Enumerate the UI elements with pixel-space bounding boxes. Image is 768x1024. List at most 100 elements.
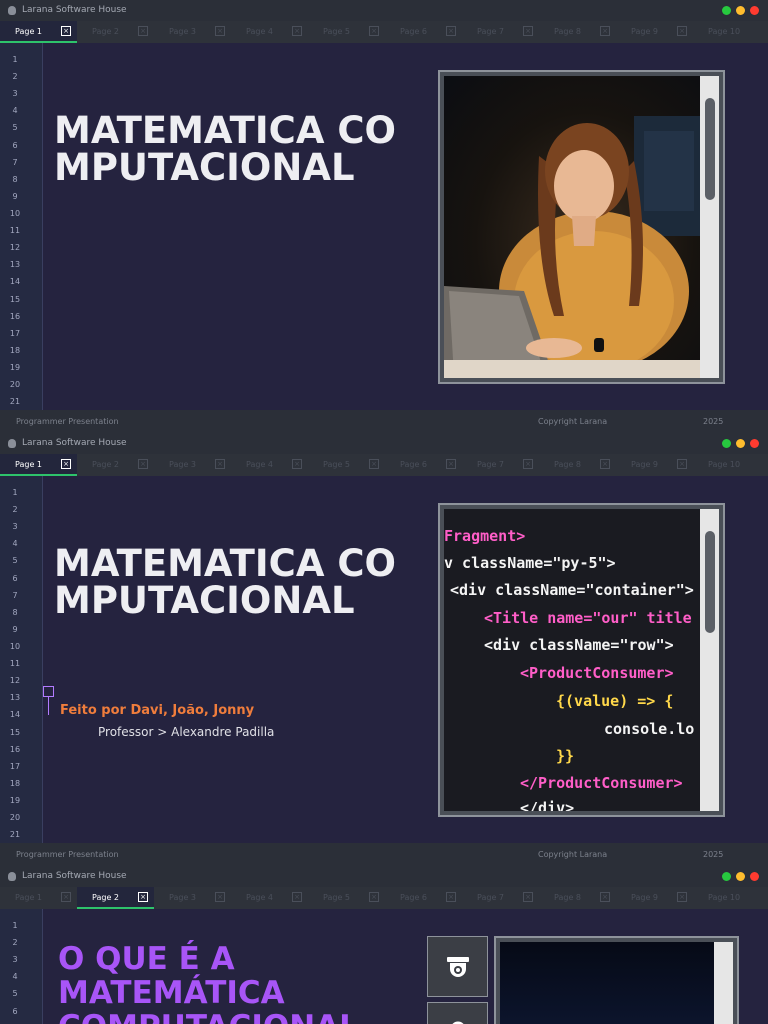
- tab-close-icon[interactable]: ×: [138, 892, 148, 902]
- tab-label: Page 3: [169, 893, 196, 902]
- slide-footer: Programmer Presentation Copyright Larana…: [0, 410, 768, 433]
- footer-copyright: Copyright Larana: [538, 417, 608, 426]
- tab-close-icon[interactable]: ×: [446, 892, 456, 902]
- tab-page-9[interactable]: Page 9 ×: [616, 887, 693, 909]
- minimize-button[interactable]: [736, 6, 745, 15]
- tab-page-6[interactable]: Page 6 ×: [385, 887, 462, 909]
- tab-label: Page 4: [246, 27, 273, 36]
- tab-label: Page 2: [92, 27, 119, 36]
- tab-close-icon[interactable]: ×: [523, 459, 533, 469]
- tab-page-2[interactable]: Page 2 ×: [77, 887, 154, 909]
- tab-page-4[interactable]: Page 4 ×: [231, 887, 308, 909]
- tab-page-3[interactable]: Page 3 ×: [154, 454, 231, 476]
- line-number: 18: [9, 346, 21, 355]
- tab-page-7[interactable]: Page 7 ×: [462, 21, 539, 43]
- tab-close-icon[interactable]: ×: [138, 26, 148, 36]
- tab-close-icon[interactable]: ×: [215, 459, 225, 469]
- tab-close-icon[interactable]: ×: [446, 459, 456, 469]
- tab-close-icon[interactable]: ×: [61, 459, 71, 469]
- tab-page-5[interactable]: Page 5 ×: [308, 454, 385, 476]
- tab-page-4[interactable]: Page 4 ×: [231, 21, 308, 43]
- tab-page-6[interactable]: Page 6 ×: [385, 21, 462, 43]
- line-number-gutter: 1 2 3 4 5 6 7 8 9 10 11 12 13 14 15 16 1…: [0, 476, 43, 843]
- image-scrollbar[interactable]: [700, 76, 719, 378]
- tab-close-icon[interactable]: ×: [523, 26, 533, 36]
- slide-1: Larana Software House Page 1 × Page 2 × Pa…: [0, 0, 768, 433]
- code-line: <ProductConsumer>: [520, 664, 674, 682]
- tab-label: Page 6: [400, 27, 427, 36]
- close-window-button[interactable]: [750, 439, 759, 448]
- tab-close-icon[interactable]: ×: [61, 26, 71, 36]
- maximize-button[interactable]: [722, 872, 731, 881]
- image-scrollbar[interactable]: [714, 942, 733, 1024]
- maximize-button[interactable]: [722, 439, 731, 448]
- minimize-button[interactable]: [736, 872, 745, 881]
- tab-page-2[interactable]: Page 2 ×: [77, 454, 154, 476]
- close-window-button[interactable]: [750, 6, 759, 15]
- tab-close-icon[interactable]: ×: [292, 892, 302, 902]
- tab-page-6[interactable]: Page 6 ×: [385, 454, 462, 476]
- photo-illustration: [444, 116, 700, 378]
- tab-close-icon[interactable]: ×: [600, 459, 610, 469]
- maximize-button[interactable]: [722, 6, 731, 15]
- image-scrollbar[interactable]: [700, 509, 719, 811]
- tab-label: Page 9: [631, 460, 658, 469]
- tab-page-3[interactable]: Page 3 ×: [154, 887, 231, 909]
- tab-page-4[interactable]: Page 4 ×: [231, 454, 308, 476]
- tab-page-5[interactable]: Page 5 ×: [308, 21, 385, 43]
- line-number: 1: [12, 921, 18, 930]
- tab-label: Page 9: [631, 27, 658, 36]
- tab-bar: Page 1 × Page 2 × Page 3 × Page 4 × Page 5 × …: [0, 21, 768, 43]
- tab-page-8[interactable]: Page 8 ×: [539, 454, 616, 476]
- line-number: 6: [12, 574, 18, 583]
- tab-label: Page 2: [92, 460, 119, 469]
- tab-close-icon[interactable]: ×: [138, 459, 148, 469]
- tab-page-8[interactable]: Page 8 ×: [539, 21, 616, 43]
- tab-page-10[interactable]: Page 10: [693, 887, 768, 909]
- text-cursor-handle[interactable]: [43, 686, 54, 697]
- scrollbar-thumb[interactable]: [705, 98, 715, 200]
- tab-page-3[interactable]: Page 3 ×: [154, 21, 231, 43]
- tab-close-icon[interactable]: ×: [369, 459, 379, 469]
- code-line: </ProductConsumer>: [520, 774, 683, 792]
- tab-close-icon[interactable]: ×: [215, 26, 225, 36]
- tab-page-1[interactable]: Page 1 ×: [0, 21, 77, 43]
- tab-close-icon[interactable]: ×: [523, 892, 533, 902]
- tab-close-icon[interactable]: ×: [215, 892, 225, 902]
- line-number: 12: [9, 676, 21, 685]
- tab-close-icon[interactable]: ×: [292, 459, 302, 469]
- tab-close-icon[interactable]: ×: [677, 26, 687, 36]
- line-number: 2: [12, 505, 18, 514]
- tab-close-icon[interactable]: ×: [292, 26, 302, 36]
- tab-page-8[interactable]: Page 8 ×: [539, 887, 616, 909]
- tab-label: Page 4: [246, 893, 273, 902]
- image-frame: Fragment> v className="py-5"> <div class…: [438, 503, 725, 817]
- tab-page-7[interactable]: Page 7 ×: [462, 887, 539, 909]
- code-line: console.lo: [604, 720, 695, 738]
- close-window-button[interactable]: [750, 872, 759, 881]
- tab-bar: Page 1 × Page 2 × Page 3 × Page 4 × Page 5 × …: [0, 887, 768, 909]
- line-number: 2: [12, 938, 18, 947]
- tab-close-icon[interactable]: ×: [600, 892, 610, 902]
- tab-close-icon[interactable]: ×: [369, 26, 379, 36]
- tab-page-9[interactable]: Page 9 ×: [616, 21, 693, 43]
- tab-page-2[interactable]: Page 2 ×: [77, 21, 154, 43]
- tab-page-1[interactable]: Page 1 ×: [0, 887, 77, 909]
- scrollbar-thumb[interactable]: [705, 531, 715, 633]
- tab-close-icon[interactable]: ×: [61, 892, 71, 902]
- minimize-button[interactable]: [736, 439, 745, 448]
- tab-close-icon[interactable]: ×: [677, 892, 687, 902]
- tab-label: Page 3: [169, 460, 196, 469]
- code-line: <div className="row">: [484, 636, 674, 654]
- tab-close-icon[interactable]: ×: [369, 892, 379, 902]
- tab-page-5[interactable]: Page 5 ×: [308, 887, 385, 909]
- tab-close-icon[interactable]: ×: [600, 26, 610, 36]
- tab-page-7[interactable]: Page 7 ×: [462, 454, 539, 476]
- image-frame: [438, 70, 725, 384]
- tab-close-icon[interactable]: ×: [446, 26, 456, 36]
- tab-page-9[interactable]: Page 9 ×: [616, 454, 693, 476]
- tab-close-icon[interactable]: ×: [677, 459, 687, 469]
- tab-page-1[interactable]: Page 1 ×: [0, 454, 77, 476]
- tab-page-10[interactable]: Page 10: [693, 21, 768, 43]
- tab-page-10[interactable]: Page 10: [693, 454, 768, 476]
